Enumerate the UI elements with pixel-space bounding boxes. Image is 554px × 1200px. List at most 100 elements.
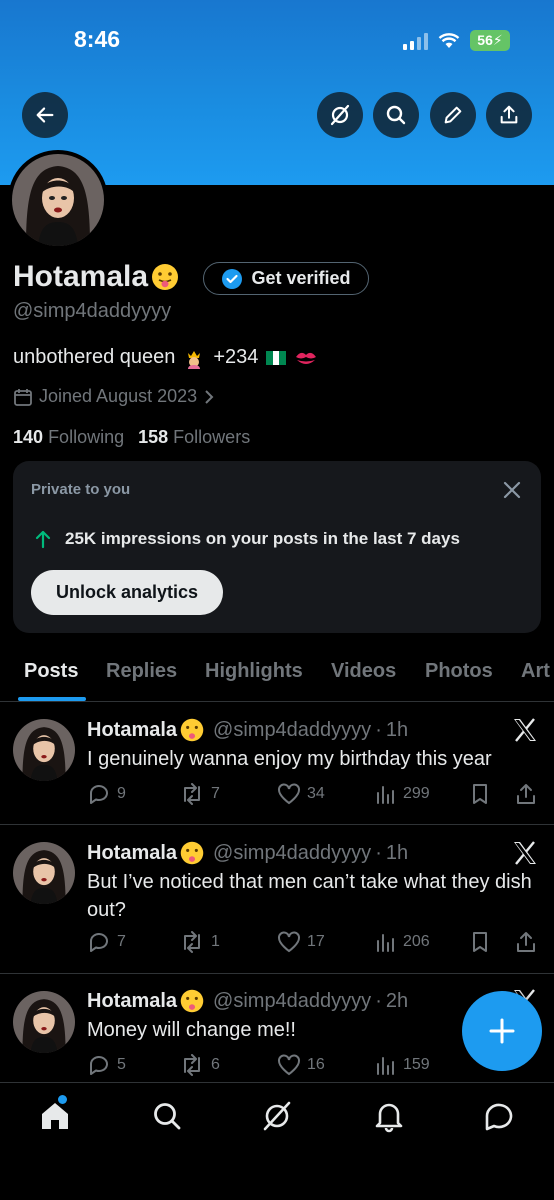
repost-count: 1 <box>211 933 220 950</box>
tab-photos[interactable]: Photos <box>425 660 493 683</box>
search-icon[interactable] <box>150 1099 184 1133</box>
post-actions: 5 6 16 159 <box>87 1054 537 1080</box>
followers-link[interactable]: 158 Followers <box>138 427 250 448</box>
chevron-right-icon <box>205 389 214 404</box>
views-button[interactable]: 299 <box>375 783 430 805</box>
nigeria-flag-icon <box>266 350 287 365</box>
edit-profile-button[interactable] <box>430 92 476 138</box>
get-verified-button[interactable]: Get verified <box>203 262 369 295</box>
profile-bio: unbothered queen +234 <box>13 346 318 369</box>
repost-button[interactable]: 1 <box>179 931 220 953</box>
tab-posts[interactable]: Posts <box>24 660 78 683</box>
repost-icon <box>184 1054 200 1076</box>
following-label: Following <box>48 427 125 447</box>
notifications-bell-icon[interactable] <box>372 1099 406 1133</box>
bio-country-code: +234 <box>213 346 259 368</box>
like-count: 16 <box>307 1056 325 1073</box>
repost-icon <box>184 931 200 953</box>
views-button[interactable]: 206 <box>375 931 430 953</box>
share-post-button[interactable] <box>515 931 537 953</box>
share-post-button[interactable] <box>515 783 537 805</box>
avatar-illustration <box>13 991 75 1053</box>
post-separator: · <box>375 718 382 741</box>
back-button[interactable] <box>22 92 68 138</box>
status-icons: 56⚡ <box>403 30 510 51</box>
active-tab-indicator <box>18 697 86 701</box>
post-time: 1h <box>385 718 409 741</box>
post-avatar[interactable] <box>13 991 75 1053</box>
like-count: 34 <box>307 785 325 802</box>
battery-level: 56 <box>477 32 493 48</box>
reply-count: 9 <box>117 785 126 802</box>
profile-avatar[interactable] <box>8 150 108 250</box>
reply-icon <box>90 1056 108 1075</box>
x-logo-icon <box>514 841 536 865</box>
compose-post-button[interactable] <box>462 991 542 1071</box>
post-separator: · <box>375 841 382 864</box>
repost-button[interactable]: 6 <box>179 1054 220 1076</box>
tab-replies[interactable]: Replies <box>106 660 177 683</box>
post-avatar[interactable] <box>13 842 75 904</box>
reply-icon <box>90 933 108 952</box>
post-item[interactable]: Hotamala @simp4daddyyyy · 1h I genuinely… <box>0 703 554 825</box>
post-actions: 9 7 34 299 <box>87 783 537 809</box>
tab-highlights[interactable]: Highlights <box>205 660 303 683</box>
unlock-analytics-button[interactable]: Unlock analytics <box>31 570 223 615</box>
repost-count: 6 <box>211 1056 220 1073</box>
post-item[interactable]: Hotamala @simp4daddyyyy · 1h But I’ve no… <box>0 826 554 974</box>
view-count: 206 <box>403 933 430 950</box>
share-icon <box>500 105 518 124</box>
x-logo-icon <box>514 718 536 742</box>
profile-handle: @simp4daddyyyy <box>13 300 172 322</box>
grok-icon[interactable] <box>260 1099 294 1133</box>
profile-tabs: Posts Replies Highlights Videos Photos A… <box>0 646 554 702</box>
post-header: Hotamala @simp4daddyyyy · 1h <box>87 717 408 743</box>
close-icon[interactable] <box>501 479 523 501</box>
share-icon <box>517 932 535 952</box>
post-author-handle: @simp4daddyyyy <box>213 718 372 741</box>
like-button[interactable]: 34 <box>277 783 325 805</box>
heart-icon <box>278 1054 300 1076</box>
like-button[interactable]: 16 <box>277 1054 325 1076</box>
view-count: 299 <box>403 785 430 802</box>
bio-text: unbothered queen <box>13 346 176 368</box>
kiss-mark-icon <box>296 352 317 364</box>
share-button[interactable] <box>486 92 532 138</box>
tab-articles[interactable]: Art <box>521 660 550 683</box>
impressions-row: 25K impressions on your posts in the las… <box>33 529 460 549</box>
grok-button[interactable] <box>317 92 363 138</box>
repost-button[interactable]: 7 <box>179 783 220 805</box>
views-chart-icon <box>377 934 394 952</box>
post-text: I genuinely wanna enjoy my birthday this… <box>87 748 492 770</box>
bookmark-button[interactable] <box>470 783 490 805</box>
views-button[interactable]: 159 <box>375 1054 430 1076</box>
like-button[interactable]: 17 <box>277 931 325 953</box>
cellular-signal-icon <box>403 32 428 50</box>
post-author-handle: @simp4daddyyyy <box>213 989 372 1012</box>
reply-count: 5 <box>117 1056 126 1073</box>
arrow-left-icon <box>36 107 54 123</box>
messages-icon[interactable] <box>482 1099 516 1133</box>
home-icon[interactable] <box>38 1099 72 1133</box>
following-link[interactable]: 140 Following <box>13 427 124 448</box>
reply-button[interactable]: 7 <box>87 931 126 953</box>
heart-icon <box>278 783 300 805</box>
arrow-up-icon <box>35 530 51 549</box>
post-author-handle: @simp4daddyyyy <box>213 841 372 864</box>
post-avatar[interactable] <box>13 719 75 781</box>
reply-button[interactable]: 9 <box>87 783 126 805</box>
bottom-navigation <box>0 1082 554 1200</box>
bookmark-button[interactable] <box>470 931 490 953</box>
reply-button[interactable]: 5 <box>87 1054 126 1076</box>
status-time: 8:46 <box>74 26 121 52</box>
reply-count: 7 <box>117 933 126 950</box>
avatar-illustration <box>12 154 104 246</box>
joined-date[interactable]: Joined August 2023 <box>13 386 215 407</box>
post-time: 1h <box>385 841 409 864</box>
post-separator: · <box>375 989 382 1012</box>
joined-label: Joined August 2023 <box>39 386 198 406</box>
plus-icon <box>489 1018 515 1044</box>
tab-videos[interactable]: Videos <box>331 660 396 683</box>
battery-indicator: 56⚡ <box>470 30 510 51</box>
search-button[interactable] <box>373 92 419 138</box>
